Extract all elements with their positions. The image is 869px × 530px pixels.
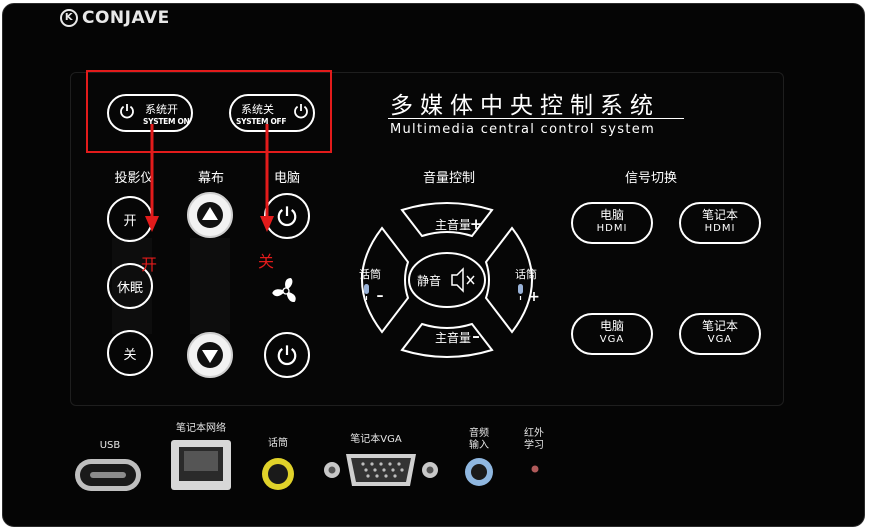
signal-button-sublabel: VGA — [707, 334, 733, 345]
speaker-mute-icon — [451, 267, 475, 293]
projector-sleep-label: 休眠 — [116, 280, 143, 296]
ir-label-line1: 红外 — [524, 428, 544, 439]
annotation-on-label: 开 — [141, 255, 158, 274]
usb-port-label: USB — [99, 440, 121, 451]
brand-mark-icon: K — [60, 9, 78, 27]
plus-icon: + — [528, 289, 540, 305]
audio-in-label-line2: 输入 — [469, 440, 489, 451]
mute-label: 静音 — [417, 274, 442, 288]
brand-logo: K CONJAVE — [60, 8, 170, 28]
signal-laptop-hdmi-button[interactable]: 笔记本 HDMI — [679, 202, 761, 244]
signal-heading: 信号切换 — [624, 171, 677, 186]
signal-button-sublabel: HDMI — [596, 223, 628, 234]
signal-button-label: 笔记本 — [701, 319, 738, 333]
master-volume-up-label: 主音量 — [434, 218, 471, 232]
projector-off-label: 关 — [123, 347, 137, 363]
brand-name: CONJAVE — [82, 8, 170, 28]
microphone-icon — [518, 284, 523, 300]
ir-learning-label: 红外 学习 — [514, 428, 554, 452]
signal-button-label: 电脑 — [599, 208, 624, 222]
panel-title: 多媒体中央控制系统 — [390, 93, 660, 119]
signal-button-sublabel: VGA — [599, 334, 625, 345]
computer-power-off-button[interactable] — [264, 332, 310, 378]
signal-button-label: 笔记本 — [701, 208, 738, 222]
audio-in-label-line1: 音频 — [469, 428, 489, 439]
mic-left-label: 话筒 — [359, 268, 381, 281]
annotation-arrows — [145, 124, 274, 232]
network-port-label: 笔记本网络 — [176, 423, 226, 434]
audio-in-port — [465, 458, 493, 486]
signal-laptop-vga-button[interactable]: 笔记本 VGA — [679, 313, 761, 355]
arrow-down-icon — [197, 342, 223, 368]
power-icon — [277, 345, 297, 366]
annotation-off-label: 关 — [258, 252, 275, 271]
usb-port — [75, 459, 141, 491]
network-port — [171, 440, 231, 490]
audio-in-port-label: 音频 输入 — [459, 428, 499, 452]
signal-computer-hdmi-button[interactable]: 电脑 HDMI — [571, 202, 653, 244]
signal-button-label: 电脑 — [599, 319, 624, 333]
projector-off-button[interactable]: 关 — [107, 330, 153, 376]
ir-label-line2: 学习 — [524, 440, 544, 451]
screen-track — [190, 238, 230, 334]
minus-icon: – — [377, 288, 384, 304]
arrow-down-icon — [145, 124, 159, 232]
panel-subtitle: Multimedia central control system — [390, 122, 656, 137]
signal-computer-vga-button[interactable]: 电脑 VGA — [571, 313, 653, 355]
title-divider — [388, 118, 684, 119]
arrow-down-icon — [260, 124, 274, 232]
volume-heading: 音量控制 — [422, 171, 475, 186]
vga-port — [324, 454, 438, 486]
mic-port-label: 话筒 — [268, 438, 288, 449]
fan-icon — [272, 278, 296, 303]
signal-button-sublabel: HDMI — [704, 223, 736, 234]
ir-sensor-dot — [531, 465, 539, 473]
projector-on-label: 开 — [123, 213, 137, 229]
vga-port-label: 笔记本VGA — [350, 434, 402, 445]
master-volume-down-label: 主音量 — [434, 331, 471, 345]
screen-down-button[interactable] — [187, 332, 233, 378]
mic-right-label: 话筒 — [515, 268, 537, 281]
mic-port — [262, 458, 294, 490]
